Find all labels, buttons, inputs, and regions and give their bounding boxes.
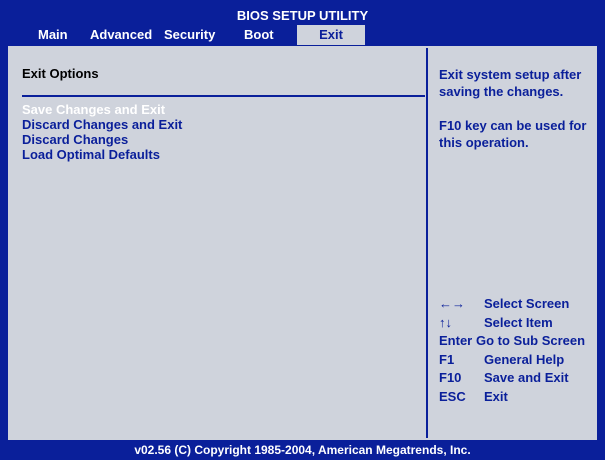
arrows-up-down-icon: ↑↓ (439, 314, 452, 330)
key-action: Exit (484, 388, 508, 404)
option-save-changes-and-exit[interactable]: Save Changes and Exit (22, 102, 165, 117)
key-row: ↑↓ Select Item (439, 314, 599, 333)
pane-divider (426, 48, 428, 438)
key-name: Enter (439, 333, 473, 348)
key-row: F1 General Help (439, 351, 599, 370)
section-divider (22, 95, 425, 97)
bios-title: BIOS SETUP UTILITY (8, 8, 597, 24)
tab-boot[interactable]: Boot (244, 25, 280, 45)
key-name: ESC (439, 388, 466, 404)
key-action: Select Screen (484, 296, 570, 311)
tab-advanced[interactable]: Advanced (90, 25, 160, 45)
option-load-optimal-defaults[interactable]: Load Optimal Defaults (22, 147, 160, 162)
help-shortcut-note: F10 key can be used for this operation. (439, 118, 587, 150)
tab-security[interactable]: Security (164, 25, 228, 45)
copyright-footer: v02.56 (C) Copyright 1985-2004, American… (8, 440, 597, 460)
key-name: F10 (439, 370, 462, 385)
key-name: F1 (439, 351, 455, 367)
key-action: General Help (484, 351, 565, 367)
help-pane: Exit system setup after saving the chang… (429, 48, 595, 438)
key-row: F10 Save and Exit (439, 369, 599, 388)
tab-main[interactable]: Main (38, 25, 74, 45)
help-description: Exit system setup after saving the chang… (439, 67, 582, 99)
exit-options-pane: Exit Options Save Changes and Exit Disca… (10, 48, 425, 438)
option-discard-changes-and-exit[interactable]: Discard Changes and Exit (22, 117, 182, 132)
menu-bar: Main Advanced Security Boot Exit (8, 25, 597, 45)
key-legend: ←→ Select Screen ↑↓ Select Item Enter Go… (439, 295, 599, 406)
option-discard-changes[interactable]: Discard Changes (22, 132, 128, 147)
help-text: Exit system setup after saving the chang… (439, 66, 589, 168)
key-action: Save and Exit (484, 370, 569, 385)
key-row: ESC Exit (439, 388, 599, 407)
tab-exit[interactable]: Exit (297, 25, 365, 45)
key-row: Enter Go to Sub Screen (439, 332, 599, 351)
key-action: Select Item (484, 314, 553, 330)
arrows-left-right-icon: ←→ (439, 296, 465, 311)
bios-screen: BIOS SETUP UTILITY Main Advanced Securit… (0, 0, 605, 460)
section-title: Exit Options (22, 66, 99, 81)
key-row: ←→ Select Screen (439, 295, 599, 314)
key-action: Go to Sub Screen (476, 333, 586, 348)
